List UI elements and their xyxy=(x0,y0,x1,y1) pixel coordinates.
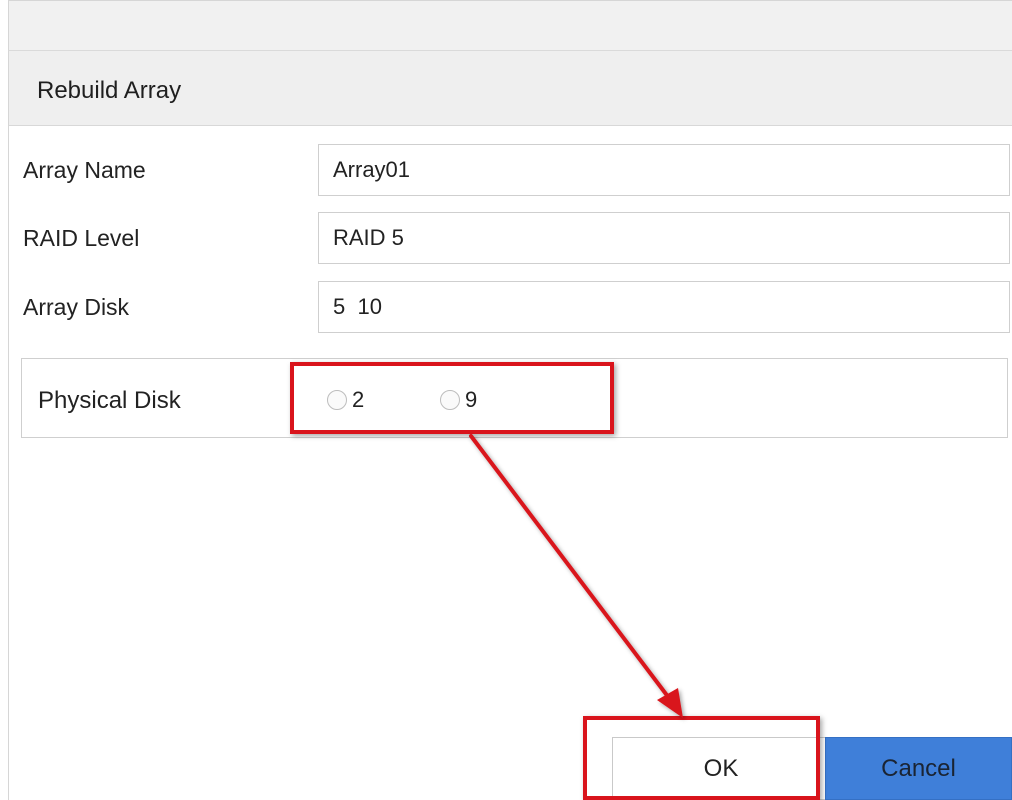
array-name-field[interactable]: Array01 xyxy=(318,144,1010,196)
dialog-left-border xyxy=(8,126,9,800)
array-disk-field[interactable]: 5 10 xyxy=(318,281,1010,333)
physical-disk-option-label: 2 xyxy=(352,387,365,412)
dialog-title-bar: Rebuild Array xyxy=(8,50,1012,126)
physical-disk-option-2[interactable]: 2 xyxy=(327,387,364,413)
physical-disk-option-label: 9 xyxy=(465,387,478,412)
physical-disk-label: Physical Disk xyxy=(38,387,181,414)
array-disk-label: Array Disk xyxy=(23,294,130,320)
top-strip xyxy=(8,0,1012,51)
physical-disk-option-9[interactable]: 9 xyxy=(440,387,477,413)
radio-button-circle-icon[interactable] xyxy=(440,390,460,410)
ok-button[interactable]: OK xyxy=(612,737,830,800)
dialog-title: Rebuild Array xyxy=(37,77,182,104)
array-name-label: Array Name xyxy=(23,157,146,183)
physical-disk-group: Physical Disk 2 9 xyxy=(21,358,1008,438)
raid-level-field[interactable]: RAID 5 xyxy=(318,212,1010,264)
cancel-button[interactable]: Cancel xyxy=(825,737,1012,800)
radio-button-circle-icon[interactable] xyxy=(327,390,347,410)
page: Rebuild Array Array Name Array01 RAID Le… xyxy=(0,0,1012,800)
raid-level-label: RAID Level xyxy=(23,225,140,251)
